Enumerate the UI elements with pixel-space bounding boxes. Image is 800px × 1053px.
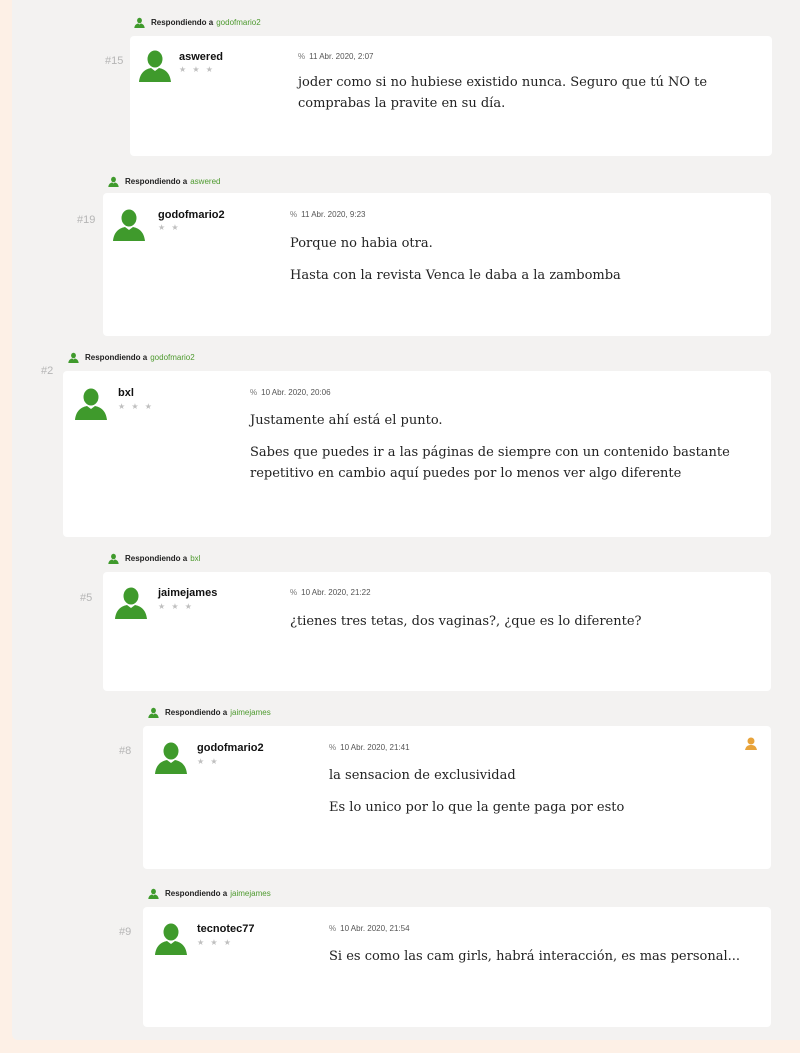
comment-date[interactable]: % 10 Abr. 2020, 20:06 [250, 388, 331, 397]
comment-number[interactable]: #8 [119, 745, 131, 757]
comment-body: Si es como las cam girls, habrá interacc… [329, 946, 759, 978]
rating-stars: ★ ★ ★ [158, 602, 194, 611]
link-icon: % [250, 388, 258, 397]
comment-card: godofmario2 ★ ★ % 10 Abr. 2020, 21:41 la… [143, 726, 771, 869]
comment-card: tecnotec77 ★ ★ ★ % 10 Abr. 2020, 21:54 S… [143, 907, 771, 1027]
comment-number[interactable]: #5 [80, 592, 92, 604]
reply-to-user-link[interactable]: jaimejames [230, 889, 270, 898]
comment-paragraph: joder como si no hubiese existido nunca.… [298, 75, 708, 111]
link-icon: % [290, 210, 298, 219]
username[interactable]: aswered [179, 51, 223, 63]
comment-paragraph: Justamente ahí está el punto. [250, 413, 443, 428]
user-icon [68, 352, 79, 363]
comment-card: godofmario2 ★ ★ % 11 Abr. 2020, 9:23 Por… [103, 193, 771, 336]
comment-body: la sensacion de exclusividad Es lo unico… [329, 765, 749, 829]
comment-date[interactable]: % 10 Abr. 2020, 21:54 [329, 924, 410, 933]
rating-stars: ★ ★ [197, 757, 220, 766]
comment-paragraph: Es lo unico por lo que la gente paga por… [329, 800, 625, 815]
comment-paragraph: la sensacion de exclusividad [329, 768, 516, 783]
link-icon: % [329, 924, 337, 933]
comment-date[interactable]: % 11 Abr. 2020, 2:07 [298, 52, 373, 61]
link-icon: % [329, 743, 337, 752]
user-icon [134, 17, 145, 28]
reply-to-label: Respondiendo a bxl [108, 551, 200, 565]
link-icon: % [298, 52, 306, 61]
user-icon [108, 553, 119, 564]
comment-body: Porque no habia otra. Hasta con la revis… [290, 233, 760, 297]
comment-date[interactable]: % 10 Abr. 2020, 21:41 [329, 743, 410, 752]
reply-to-user-link[interactable]: jaimejames [230, 708, 270, 717]
reply-to-label: Respondiendo a aswered [108, 174, 220, 188]
comment-paragraph: Si es como las cam girls, habrá interacc… [329, 949, 740, 964]
rating-stars: ★ ★ [158, 223, 181, 232]
reply-to-user-link[interactable]: aswered [190, 177, 220, 186]
username[interactable]: jaimejames [158, 587, 217, 599]
user-icon [148, 707, 159, 718]
comment-body: joder como si no hubiese existido nunca.… [298, 72, 763, 125]
comment-number[interactable]: #15 [105, 55, 123, 67]
rating-stars: ★ ★ ★ [179, 65, 215, 74]
username[interactable]: bxl [118, 387, 134, 399]
user-icon [108, 176, 119, 187]
reply-to-user-link[interactable]: godofmario2 [150, 353, 194, 362]
comment-number[interactable]: #2 [41, 365, 53, 377]
owner-badge-icon [745, 737, 757, 750]
comment-card: aswered ★ ★ ★ % 11 Abr. 2020, 2:07 joder… [130, 36, 772, 156]
user-avatar-icon[interactable] [138, 48, 172, 82]
comment-date[interactable]: % 10 Abr. 2020, 21:22 [290, 588, 371, 597]
user-icon [148, 888, 159, 899]
username[interactable]: tecnotec77 [197, 923, 254, 935]
comment-paragraph: Porque no habia otra. [290, 236, 433, 251]
user-avatar-icon[interactable] [154, 740, 188, 774]
username[interactable]: godofmario2 [158, 209, 225, 221]
comment-number[interactable]: #9 [119, 926, 131, 938]
user-avatar-icon[interactable] [74, 386, 108, 420]
rating-stars: ★ ★ ★ [118, 402, 154, 411]
reply-to-label: Respondiendo a jaimejames [148, 886, 271, 900]
rating-stars: ★ ★ ★ [197, 938, 233, 947]
user-avatar-icon[interactable] [114, 585, 148, 619]
comment-number[interactable]: #19 [77, 214, 95, 226]
username[interactable]: godofmario2 [197, 742, 264, 754]
comment-paragraph: ¿tienes tres tetas, dos vaginas?, ¿que e… [290, 614, 642, 629]
link-icon: % [290, 588, 298, 597]
reply-to-user-link[interactable]: godofmario2 [216, 18, 260, 27]
user-avatar-icon[interactable] [112, 207, 146, 241]
comment-card: jaimejames ★ ★ ★ % 10 Abr. 2020, 21:22 ¿… [103, 572, 771, 691]
comment-body: Justamente ahí está el punto. Sabes que … [250, 410, 760, 495]
comment-paragraph: Sabes que puedes ir a las páginas de sie… [250, 445, 730, 481]
comment-date[interactable]: % 11 Abr. 2020, 9:23 [290, 210, 365, 219]
reply-to-user-link[interactable]: bxl [190, 554, 200, 563]
reply-to-label: Respondiendo a jaimejames [148, 705, 271, 719]
reply-to-label: Respondiendo a godofmario2 [68, 350, 195, 364]
comment-paragraph: Hasta con la revista Venca le daba a la … [290, 268, 621, 283]
comment-body: ¿tienes tres tetas, dos vaginas?, ¿que e… [290, 611, 760, 643]
user-avatar-icon[interactable] [154, 921, 188, 955]
comment-card: bxl ★ ★ ★ % 10 Abr. 2020, 20:06 Justamen… [63, 371, 771, 537]
reply-to-label: Respondiendo a godofmario2 [134, 15, 261, 29]
